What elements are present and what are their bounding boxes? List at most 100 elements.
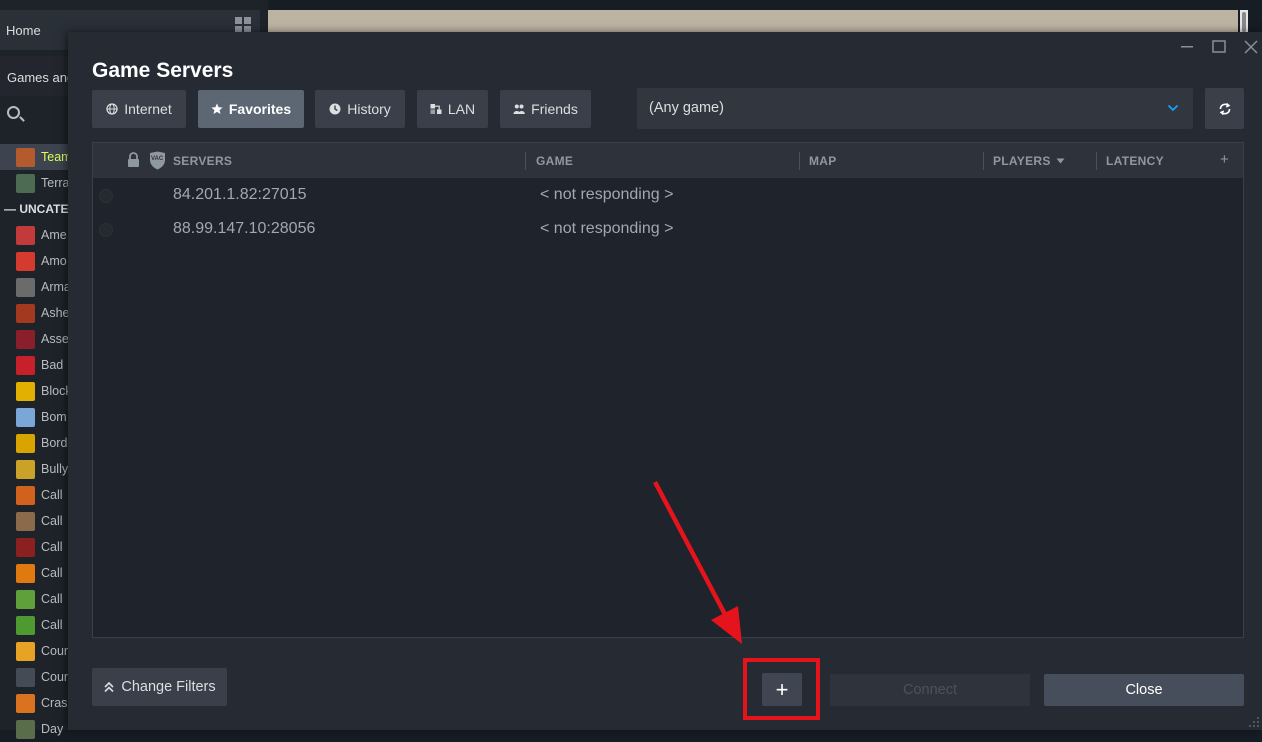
players-label: PLAYERS	[993, 154, 1051, 168]
tab-friends[interactable]: Friends	[500, 90, 591, 128]
game-icon	[16, 486, 35, 505]
tab-label: Favorites	[228, 101, 292, 117]
server-list-header: VAC SERVERS GAME MAP PLAYERS LATENCY +	[93, 143, 1243, 178]
game-icon	[16, 590, 35, 609]
server-address: 88.99.147.10:28056	[173, 220, 316, 237]
game-icon	[16, 148, 35, 167]
game-icon	[16, 616, 35, 635]
friends-icon	[513, 104, 525, 114]
game-filter-value: (Any game)	[649, 100, 724, 116]
game-icon	[16, 434, 35, 453]
game-name: Ashe	[41, 306, 70, 320]
game-name: Arma	[41, 280, 71, 294]
game-icon	[16, 512, 35, 531]
tab-label: Friends	[531, 101, 578, 117]
column-latency[interactable]: LATENCY	[1106, 154, 1164, 168]
maximize-icon[interactable]	[1212, 40, 1226, 57]
connect-button[interactable]: Connect	[830, 674, 1030, 706]
game-icon	[16, 356, 35, 375]
game-name: Call	[41, 540, 63, 554]
server-list[interactable]: VAC SERVERS GAME MAP PLAYERS LATENCY + 8…	[92, 142, 1244, 638]
game-icon	[16, 694, 35, 713]
clock-icon	[329, 103, 341, 115]
game-name: Bad	[41, 358, 64, 372]
status-indicator	[99, 223, 113, 237]
game-name: Bord	[41, 436, 68, 450]
game-servers-dialog: Game Servers Internet Favorites History …	[68, 32, 1262, 730]
sort-desc-icon	[1056, 158, 1065, 164]
game-name: Coun	[41, 644, 71, 658]
double-chevron-up-icon	[104, 681, 114, 693]
column-map[interactable]: MAP	[809, 154, 837, 168]
network-icon	[430, 104, 442, 114]
game-name: Call	[41, 566, 63, 580]
tab-internet[interactable]: Internet	[92, 90, 186, 128]
game-name: Amo	[41, 254, 67, 268]
game-name: Block	[41, 384, 72, 398]
game-name: Ame	[41, 228, 67, 242]
game-name: Team	[41, 150, 72, 164]
game-filter-dropdown[interactable]: (Any game)	[637, 88, 1193, 129]
minimize-icon[interactable]	[1180, 36, 1194, 53]
server-game: < not responding >	[540, 186, 674, 203]
globe-icon	[106, 103, 118, 115]
game-name: Call	[41, 592, 63, 606]
star-icon	[211, 103, 223, 114]
game-icon	[16, 382, 35, 401]
column-players[interactable]: PLAYERS	[993, 154, 1065, 168]
game-icon	[16, 668, 35, 687]
game-name: Coun	[41, 670, 71, 684]
add-column-button[interactable]: +	[1220, 151, 1229, 168]
dialog-title: Game Servers	[92, 59, 234, 82]
column-divider[interactable]	[525, 152, 526, 170]
change-filters-label: Change Filters	[121, 679, 216, 695]
game-name: Bully	[41, 462, 69, 476]
game-icon	[16, 252, 35, 271]
column-divider[interactable]	[983, 152, 984, 170]
server-game: < not responding >	[540, 220, 674, 237]
highlight-box	[743, 658, 820, 720]
column-divider[interactable]	[1096, 152, 1097, 170]
game-icon	[16, 304, 35, 323]
tab-lan[interactable]: LAN	[417, 90, 488, 128]
resize-grip-icon[interactable]	[1248, 716, 1260, 728]
scrollbar[interactable]	[1240, 10, 1248, 34]
hero-image	[268, 10, 1238, 34]
game-name: Asse	[41, 332, 69, 346]
game-icon	[16, 408, 35, 427]
chevron-down-icon	[1167, 104, 1179, 112]
game-icon	[16, 330, 35, 349]
game-name: Call	[41, 618, 63, 632]
tab-favorites[interactable]: Favorites	[198, 90, 304, 128]
tab-label: History	[347, 101, 391, 117]
game-name: Call	[41, 488, 63, 502]
vac-label: VAC	[151, 156, 164, 162]
change-filters-button[interactable]: Change Filters	[92, 668, 227, 706]
game-icon	[16, 174, 35, 193]
server-address: 84.201.1.82:27015	[173, 186, 307, 203]
game-name: Day	[41, 722, 64, 736]
close-button[interactable]: Close	[1044, 674, 1244, 706]
vac-shield-icon[interactable]: VAC	[149, 151, 166, 170]
close-icon[interactable]	[1244, 40, 1258, 57]
search-icon	[7, 106, 20, 119]
game-icon	[16, 564, 35, 583]
game-icon	[16, 642, 35, 661]
server-row[interactable]: 88.99.147.10:28056 < not responding >	[93, 212, 1243, 246]
column-game[interactable]: GAME	[536, 154, 573, 168]
column-servers[interactable]: SERVERS	[173, 154, 232, 168]
game-name: Terra	[41, 176, 70, 190]
lock-icon[interactable]	[127, 152, 140, 168]
game-icon	[16, 226, 35, 245]
game-name: Bom	[41, 410, 67, 424]
game-icon	[16, 460, 35, 479]
refresh-icon	[1219, 102, 1230, 115]
tab-label: LAN	[447, 101, 476, 117]
server-row[interactable]: 84.201.1.82:27015 < not responding >	[93, 178, 1243, 212]
column-divider[interactable]	[799, 152, 800, 170]
tab-history[interactable]: History	[315, 90, 405, 128]
status-indicator	[99, 189, 113, 203]
game-name: Call	[41, 514, 63, 528]
game-icon	[16, 538, 35, 557]
refresh-button[interactable]	[1205, 88, 1244, 129]
